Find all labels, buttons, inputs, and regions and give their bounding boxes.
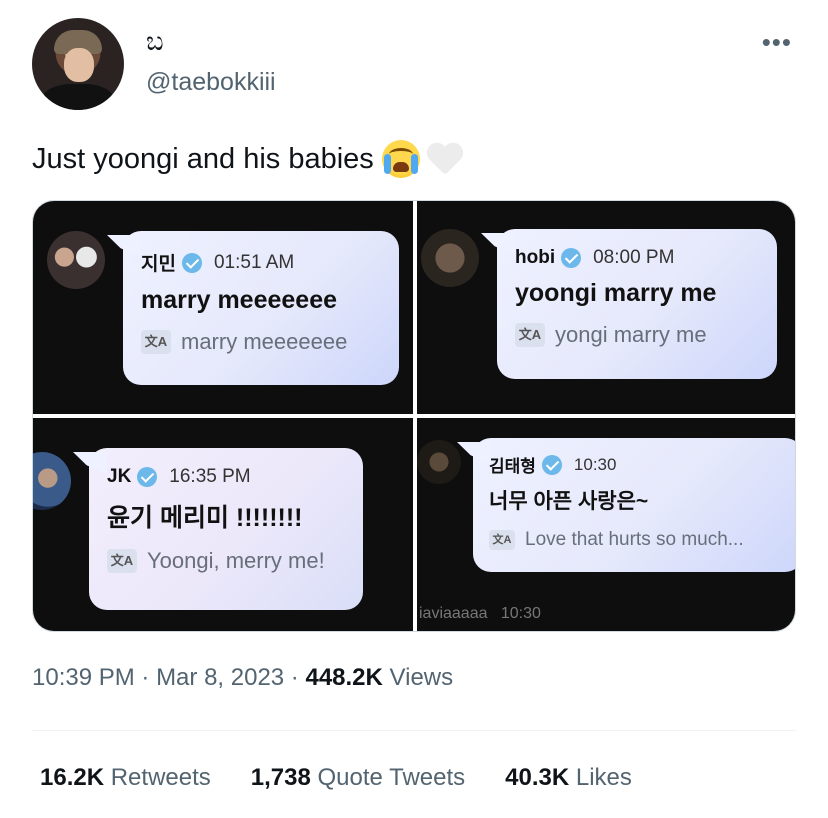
white-heart-icon bbox=[426, 142, 464, 176]
avatar-coat bbox=[42, 84, 114, 110]
translate-icon: 文A bbox=[489, 530, 515, 550]
translate-icon: 文A bbox=[141, 330, 171, 354]
panel-1-avatar bbox=[47, 231, 105, 289]
panel-2-translation: yongi marry me bbox=[555, 322, 707, 347]
panel-3-name: JK bbox=[107, 466, 132, 487]
panel-4-avatar bbox=[417, 440, 461, 484]
avatar-face bbox=[64, 48, 94, 82]
panel-4-name: 김태형 bbox=[489, 457, 536, 476]
panel-4-footer-time: 10:30 bbox=[500, 605, 541, 622]
panel-1-translation-row: 文A marry meeeeeee bbox=[141, 329, 381, 355]
media-panel-2[interactable]: hobi 08:00 PM yoongi marry me 文A yongi m… bbox=[417, 201, 795, 414]
translate-icon: 文A bbox=[107, 549, 137, 573]
panel-4-footer: iaviaaaaa 10:30 bbox=[419, 605, 541, 623]
translate-icon: 文A bbox=[515, 323, 545, 347]
media-panel-4[interactable]: 김태형 10:30 너무 아픈 사랑은~ 文A Love that hurts … bbox=[417, 418, 795, 631]
panel-1-time: 01:51 AM bbox=[213, 251, 295, 273]
panel-2-translation-row: 文A yongi marry me bbox=[515, 322, 759, 348]
verified-icon bbox=[181, 252, 202, 273]
verified-icon bbox=[541, 454, 562, 475]
panel-1-message: marry meeeeeee bbox=[141, 286, 337, 314]
panel-1-translation: marry meeeeeee bbox=[181, 329, 348, 354]
views-label: Views bbox=[389, 664, 454, 691]
panel-3-message: 윤기 메리미 !!!!!!!! bbox=[107, 504, 303, 532]
tear-left bbox=[383, 154, 391, 174]
verified-icon bbox=[561, 248, 582, 268]
retweets-count: 16.2K bbox=[40, 764, 105, 791]
panel-4-time: 10:30 bbox=[573, 454, 617, 474]
likes-label: Likes bbox=[575, 764, 632, 791]
panel-2-avatar bbox=[421, 229, 479, 287]
panel-4-bubble: 김태형 10:30 너무 아픈 사랑은~ 文A Love that hurts … bbox=[473, 438, 795, 572]
media-grid[interactable]: 지민 01:51 AM marry meeeeeee 文A marry meee… bbox=[32, 200, 796, 632]
panel-4-footer-name: iaviaaaaa bbox=[419, 605, 488, 622]
panel-2-bubble: hobi 08:00 PM yoongi marry me 文A yongi m… bbox=[497, 229, 777, 379]
panel-4-message: 너무 아픈 사랑은~ bbox=[489, 490, 649, 513]
panel-4-translation-row: 文A Love that hurts so much... bbox=[489, 529, 787, 551]
author-display-name[interactable]: ಬ bbox=[146, 26, 164, 58]
panel-2-message: yoongi marry me bbox=[515, 279, 717, 307]
panel-4-translation: Love that hurts so much... bbox=[525, 529, 744, 550]
divider bbox=[32, 730, 796, 731]
quotes-count: 1,738 bbox=[250, 764, 311, 791]
media-panel-1[interactable]: 지민 01:51 AM marry meeeeeee 文A marry meee… bbox=[33, 201, 413, 414]
loudly-crying-face-icon bbox=[381, 140, 420, 178]
quote-tweets-stat[interactable]: 1,738 Quote Tweets bbox=[251, 764, 465, 792]
tweet-timestamp: 10:39 PM · Mar 8, 2023 · 448.2K Views bbox=[32, 664, 454, 691]
panel-1-bubble: 지민 01:51 AM marry meeeeeee 文A marry meee… bbox=[123, 231, 399, 385]
panel-2-name: hobi bbox=[515, 247, 556, 268]
views-count: 448.2K bbox=[305, 664, 383, 691]
tear-right bbox=[410, 154, 418, 174]
panel-3-meta: JK 16:35 PM bbox=[107, 466, 345, 488]
author-handle[interactable]: @taebokkiii bbox=[146, 68, 276, 97]
panel-3-translation: Yoongi, merry me! bbox=[147, 548, 325, 573]
tweet-text-content: Just yoongi and his babies bbox=[32, 142, 374, 175]
media-panel-3[interactable]: JK 16:35 PM 윤기 메리미 !!!!!!!! 文A Yoongi, m… bbox=[33, 418, 413, 631]
tweet-text: Just yoongi and his babies bbox=[32, 140, 464, 178]
likes-count: 40.3K bbox=[505, 764, 570, 791]
more-options-icon[interactable]: ••• bbox=[762, 29, 792, 55]
panel-1-meta: 지민 01:51 AM bbox=[141, 249, 381, 276]
panel-3-translation-row: 文A Yoongi, merry me! bbox=[107, 548, 345, 574]
panel-3-avatar bbox=[33, 452, 71, 510]
panel-2-meta: hobi 08:00 PM bbox=[515, 247, 759, 269]
quotes-label: Quote Tweets bbox=[317, 764, 466, 791]
verified-icon bbox=[137, 467, 158, 487]
panel-3-bubble: JK 16:35 PM 윤기 메리미 !!!!!!!! 文A Yoongi, m… bbox=[89, 448, 363, 610]
author-avatar[interactable] bbox=[32, 18, 124, 110]
tweet-header: ಬ @taebokkiii ••• bbox=[32, 18, 796, 110]
tweet-date[interactable]: Mar 8, 2023 bbox=[156, 664, 284, 691]
retweets-stat[interactable]: 16.2K Retweets bbox=[40, 764, 211, 792]
likes-stat[interactable]: 40.3K Likes bbox=[505, 764, 632, 792]
panel-3-time: 16:35 PM bbox=[169, 466, 251, 487]
tweet-time[interactable]: 10:39 PM bbox=[32, 664, 135, 691]
panel-2-time: 08:00 PM bbox=[593, 247, 675, 268]
panel-4-meta: 김태형 10:30 bbox=[489, 452, 787, 477]
panel-1-name: 지민 bbox=[141, 254, 176, 275]
tweet-stats: 16.2K Retweets 1,738 Quote Tweets 40.3K … bbox=[40, 764, 632, 792]
retweets-label: Retweets bbox=[110, 764, 211, 791]
